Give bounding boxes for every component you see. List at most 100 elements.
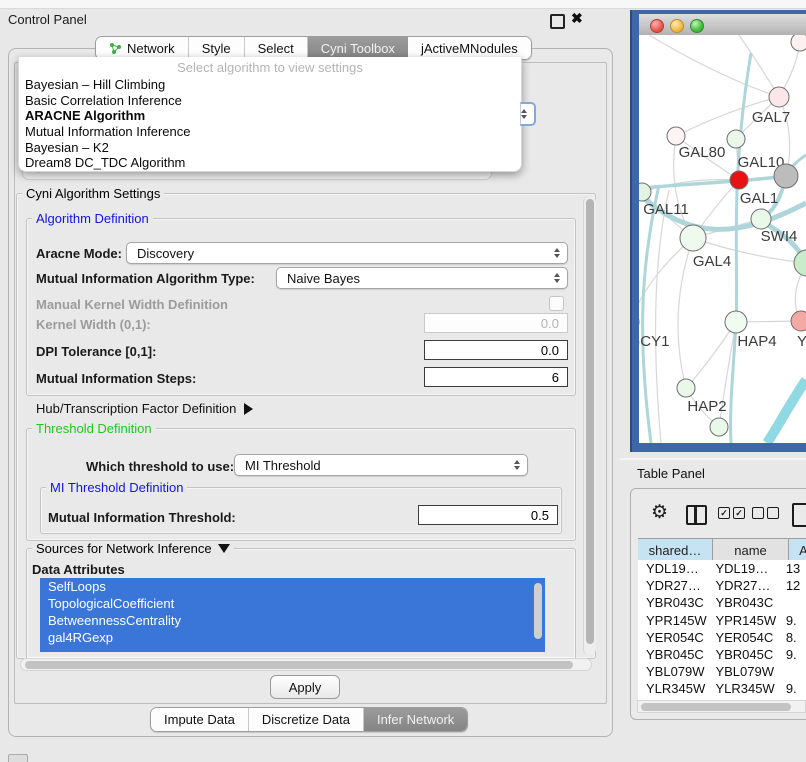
mi-threshold-field[interactable]: 0.5 <box>418 505 558 525</box>
sources-title-text: Sources for Network Inference <box>36 541 212 556</box>
table-row[interactable]: YER054CYER054C8. <box>638 629 806 646</box>
table-row[interactable]: YBR043CYBR043C <box>638 594 806 611</box>
table-body[interactable]: YDL19…YDL19…13YDR27…YDR27…12YBR043CYBR04… <box>638 560 806 700</box>
network-node-gal4[interactable] <box>680 225 706 251</box>
dpi-tolerance-label: DPI Tolerance [0,1]: <box>36 344 156 359</box>
network-node-hap2[interactable] <box>677 379 695 397</box>
column-header-1[interactable]: shared… <box>638 539 713 561</box>
tab-label: Style <box>202 41 231 56</box>
network-node-hap4[interactable] <box>725 311 747 333</box>
table-header-row: shared…nameA <box>638 538 806 562</box>
which-threshold-combobox[interactable]: MI Threshold <box>234 454 528 476</box>
tab-label: Select <box>258 41 294 56</box>
table-row[interactable]: YLR345WYLR345W9. <box>638 680 806 697</box>
close-traffic-light-icon[interactable] <box>650 19 664 33</box>
network-window-titlebar[interactable] <box>639 14 806 36</box>
top-strip <box>0 0 806 9</box>
aracne-mode-combobox[interactable]: Discovery <box>126 242 568 264</box>
table-row[interactable]: YDR27…YDR27…12 <box>638 577 806 594</box>
minimize-traffic-light-icon[interactable] <box>670 19 684 33</box>
tab-style[interactable]: Style <box>189 37 245 59</box>
data-attributes-list[interactable]: SelfLoopsTopologicalCoefficientBetweenne… <box>40 578 545 652</box>
table-cell: YBR045C <box>707 647 777 662</box>
gear-icon[interactable]: ⚙ <box>651 501 668 524</box>
network-node-y[interactable] <box>791 311 806 331</box>
document-icon[interactable] <box>792 503 806 527</box>
table-row[interactable]: YPR145WYPR145W9. <box>638 612 806 629</box>
attribute-list-item[interactable]: gal4RGexp <box>40 629 545 646</box>
table-cell: 13 <box>778 561 806 576</box>
tab-network[interactable]: Network <box>96 37 189 59</box>
close-icon[interactable]: ✖ <box>571 10 583 27</box>
tab-label: Cyni Toolbox <box>321 41 395 56</box>
column-header-2[interactable]: name <box>713 539 789 561</box>
algorithm-option[interactable]: Dream8 DC_TDC Algorithm <box>19 155 521 171</box>
table-horizontal-scrollbar[interactable] <box>637 700 806 713</box>
network-node[interactable] <box>710 418 728 436</box>
network-node-gal80[interactable] <box>667 127 685 145</box>
checked-checkbox-icon[interactable]: ✓ <box>718 507 730 519</box>
algorithm-combobox-spinner[interactable] <box>520 102 536 126</box>
table-cell: YBL079W <box>707 664 777 679</box>
network-node[interactable] <box>774 164 798 188</box>
settings-horizontal-scrollbar-thumb[interactable] <box>25 661 573 669</box>
node-label: GCY1 <box>639 333 669 350</box>
screen: Control Panel ✖ NetworkStyleSelectCyni T… <box>0 0 806 762</box>
tab-discretize-data[interactable]: Discretize Data <box>249 708 364 731</box>
network-node-gal7[interactable] <box>769 87 789 107</box>
table-cell: YDR27… <box>638 578 707 593</box>
dpi-tolerance-field[interactable]: 0.0 <box>424 340 568 360</box>
float-window-icon[interactable] <box>550 14 565 29</box>
algorithm-option[interactable]: ARACNE Algorithm <box>19 108 521 124</box>
which-threshold-value: MI Threshold <box>245 458 321 473</box>
tab-jactivemnodules[interactable]: jActiveMNodules <box>408 37 531 59</box>
node-label: GAL11 <box>643 201 689 218</box>
table-row[interactable]: YBR045CYBR045C9. <box>638 646 806 663</box>
unchecked-checkbox-icon[interactable] <box>752 507 764 519</box>
tab-label: jActiveMNodules <box>421 41 518 56</box>
mi-type-combobox[interactable]: Naive Bayes <box>276 267 568 289</box>
tab-infer-network[interactable]: Infer Network <box>364 708 467 731</box>
hub-definition-toggle[interactable]: Hub/Transcription Factor Definition <box>36 401 253 416</box>
tab-cyni-toolbox[interactable]: Cyni Toolbox <box>308 37 408 59</box>
kernel-width-field[interactable]: 0.0 <box>424 313 568 333</box>
algorithm-option[interactable]: Mutual Information Inference <box>19 124 521 140</box>
manual-kernel-label: Manual Kernel Width Definition <box>36 297 228 312</box>
tab-select[interactable]: Select <box>245 37 308 59</box>
manual-kernel-checkbox[interactable] <box>549 296 564 311</box>
settings-horizontal-scrollbar[interactable] <box>20 658 592 671</box>
mi-steps-label: Mutual Information Steps: <box>36 371 196 386</box>
table-row[interactable]: YBL079WYBL079W <box>638 663 806 680</box>
network-node-gal10[interactable] <box>727 130 745 148</box>
table-cell: YER054C <box>638 630 707 645</box>
tab-impute-data[interactable]: Impute Data <box>151 708 249 731</box>
algorithm-option[interactable]: Bayesian – K2 <box>19 140 521 156</box>
unchecked-checkbox-icon[interactable] <box>767 507 779 519</box>
node-label: HAP2 <box>687 398 726 415</box>
algorithm-option[interactable]: Basic Correlation Inference <box>19 93 521 109</box>
network-view-canvas[interactable]: GAL7GAL80GAL10GAL1GAL11SWI4GAL4GCY1HAP4Y… <box>639 35 806 443</box>
network-node[interactable] <box>794 250 806 276</box>
column-header-3[interactable]: A <box>789 539 806 561</box>
zoom-traffic-light-icon[interactable] <box>690 19 704 33</box>
which-threshold-label: Which threshold to use: <box>86 459 234 474</box>
settings-vertical-scrollbar-thumb[interactable] <box>586 199 594 644</box>
table-cell: 8. <box>778 630 806 645</box>
network-node-gal1[interactable] <box>730 171 748 189</box>
network-node-swi4[interactable] <box>751 209 771 229</box>
settings-vertical-scrollbar[interactable] <box>583 196 596 655</box>
settings-group-title: Cyni Algorithm Settings <box>22 186 164 201</box>
attribute-list-item[interactable]: TopologicalCoefficient <box>40 595 545 612</box>
attribute-list-scrollbar-thumb[interactable] <box>534 583 542 639</box>
attribute-list-item[interactable]: BetweennessCentrality <box>40 612 545 629</box>
attribute-list-item[interactable]: SelfLoops <box>40 578 545 595</box>
mi-steps-field[interactable]: 6 <box>424 367 568 387</box>
network-node[interactable] <box>791 35 806 51</box>
table-horizontal-scrollbar-thumb[interactable] <box>641 703 791 711</box>
column-layout-icon[interactable] <box>686 505 707 525</box>
table-row[interactable]: YDL19…YDL19…13 <box>638 560 806 577</box>
checked-checkbox-icon[interactable]: ✓ <box>733 507 745 519</box>
apply-button[interactable]: Apply <box>270 675 340 699</box>
algorithm-option[interactable]: Bayesian – Hill Climbing <box>19 77 521 93</box>
sources-group-title[interactable]: Sources for Network Inference <box>32 541 234 556</box>
